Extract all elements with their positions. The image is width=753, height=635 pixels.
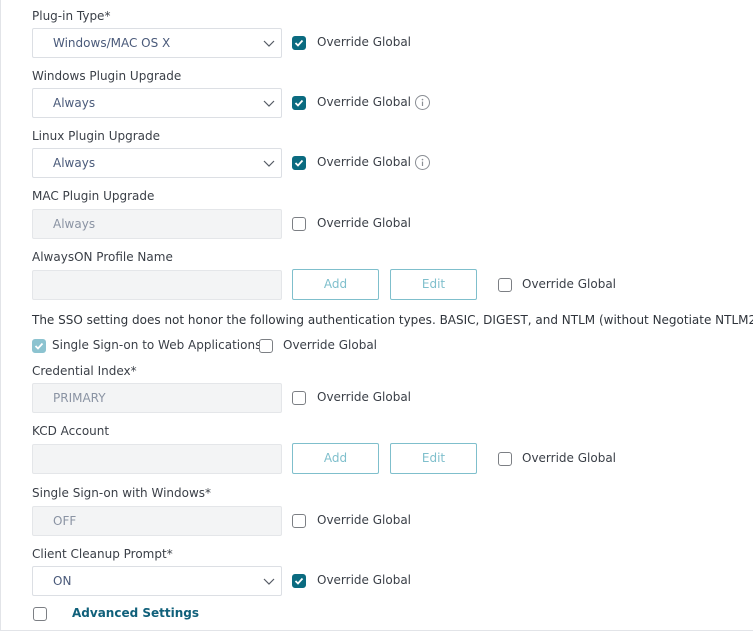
mac-plugin-upgrade-field: Always [32, 209, 282, 239]
sso-web-apps-checkbox[interactable] [32, 339, 46, 353]
alwayson-add-button[interactable]: Add [292, 269, 379, 300]
plugin-type-override-checkbox[interactable] [292, 36, 306, 50]
client-cleanup-prompt-override-label: Override Global [317, 573, 412, 587]
alwayson-profile-name-input[interactable] [32, 270, 282, 300]
kcd-account-label: KCD Account [32, 424, 110, 438]
kcd-override-checkbox[interactable] [498, 452, 512, 466]
checkmark-icon [294, 159, 304, 167]
checkmark-icon [294, 577, 304, 585]
chevron-down-icon [263, 100, 275, 107]
linux-plugin-upgrade-override-label: Override Global [317, 155, 412, 169]
linux-plugin-upgrade-label: Linux Plugin Upgrade [32, 129, 160, 143]
form-panel: Plug-in Type* Windows/MAC OS X Override … [0, 0, 753, 631]
client-cleanup-prompt-select[interactable]: ON [32, 566, 282, 596]
info-icon[interactable] [415, 95, 430, 110]
client-cleanup-prompt-value: ON [53, 574, 72, 588]
windows-plugin-upgrade-select[interactable]: Always [32, 88, 282, 118]
checkmark-icon [294, 39, 304, 47]
linux-plugin-upgrade-value: Always [53, 156, 96, 170]
sso-windows-override-checkbox[interactable] [292, 514, 306, 528]
credential-index-override-label: Override Global [317, 390, 412, 404]
chevron-down-icon [263, 578, 275, 585]
mac-plugin-upgrade-override-label: Override Global [317, 216, 412, 230]
windows-plugin-upgrade-override-checkbox[interactable] [292, 96, 306, 110]
plugin-type-label: Plug-in Type* [32, 9, 111, 23]
mac-plugin-upgrade-override-checkbox[interactable] [292, 217, 306, 231]
credential-index-override-checkbox[interactable] [292, 391, 306, 405]
chevron-down-icon [263, 40, 275, 47]
alwayson-edit-button[interactable]: Edit [390, 269, 477, 300]
plugin-type-select[interactable]: Windows/MAC OS X [32, 28, 282, 58]
checkmark-icon [34, 342, 44, 350]
sso-windows-label: Single Sign-on with Windows* [32, 486, 212, 500]
kcd-override-label: Override Global [522, 451, 617, 465]
mac-plugin-upgrade-value: Always [53, 217, 96, 231]
checkmark-icon [294, 99, 304, 107]
credential-index-label: Credential Index* [32, 364, 137, 378]
client-cleanup-prompt-label: Client Cleanup Prompt* [32, 547, 173, 561]
windows-plugin-upgrade-override-label: Override Global [317, 95, 412, 109]
sso-web-apps-label: Single Sign-on to Web Applications [52, 338, 262, 352]
kcd-add-button[interactable]: Add [292, 443, 379, 474]
advanced-settings-link[interactable]: Advanced Settings [72, 606, 199, 620]
alwayson-override-checkbox[interactable] [498, 278, 512, 292]
kcd-edit-button[interactable]: Edit [390, 443, 477, 474]
windows-plugin-upgrade-label: Windows Plugin Upgrade [32, 69, 182, 83]
plugin-type-value: Windows/MAC OS X [53, 36, 171, 50]
sso-windows-override-label: Override Global [317, 513, 412, 527]
linux-plugin-upgrade-override-checkbox[interactable] [292, 156, 306, 170]
kcd-account-input[interactable] [32, 444, 282, 474]
chevron-down-icon [263, 160, 275, 167]
client-cleanup-prompt-override-checkbox[interactable] [292, 574, 306, 588]
advanced-settings-checkbox[interactable] [33, 607, 47, 621]
linux-plugin-upgrade-select[interactable]: Always [32, 148, 282, 178]
windows-plugin-upgrade-value: Always [53, 96, 96, 110]
sso-note: The SSO setting does not honor the follo… [32, 313, 753, 327]
sso-web-apps-override-label: Override Global [283, 338, 378, 352]
sso-windows-field: OFF [32, 506, 282, 536]
mac-plugin-upgrade-label: MAC Plugin Upgrade [32, 189, 155, 203]
sso-web-apps-override-checkbox[interactable] [259, 339, 273, 353]
plugin-type-override-label: Override Global [317, 35, 412, 49]
sso-windows-value: OFF [53, 514, 77, 528]
credential-index-value: PRIMARY [53, 391, 106, 405]
alwayson-profile-name-label: AlwaysON Profile Name [32, 250, 173, 264]
alwayson-override-label: Override Global [522, 277, 617, 291]
credential-index-field: PRIMARY [32, 383, 282, 413]
info-icon[interactable] [415, 155, 430, 170]
